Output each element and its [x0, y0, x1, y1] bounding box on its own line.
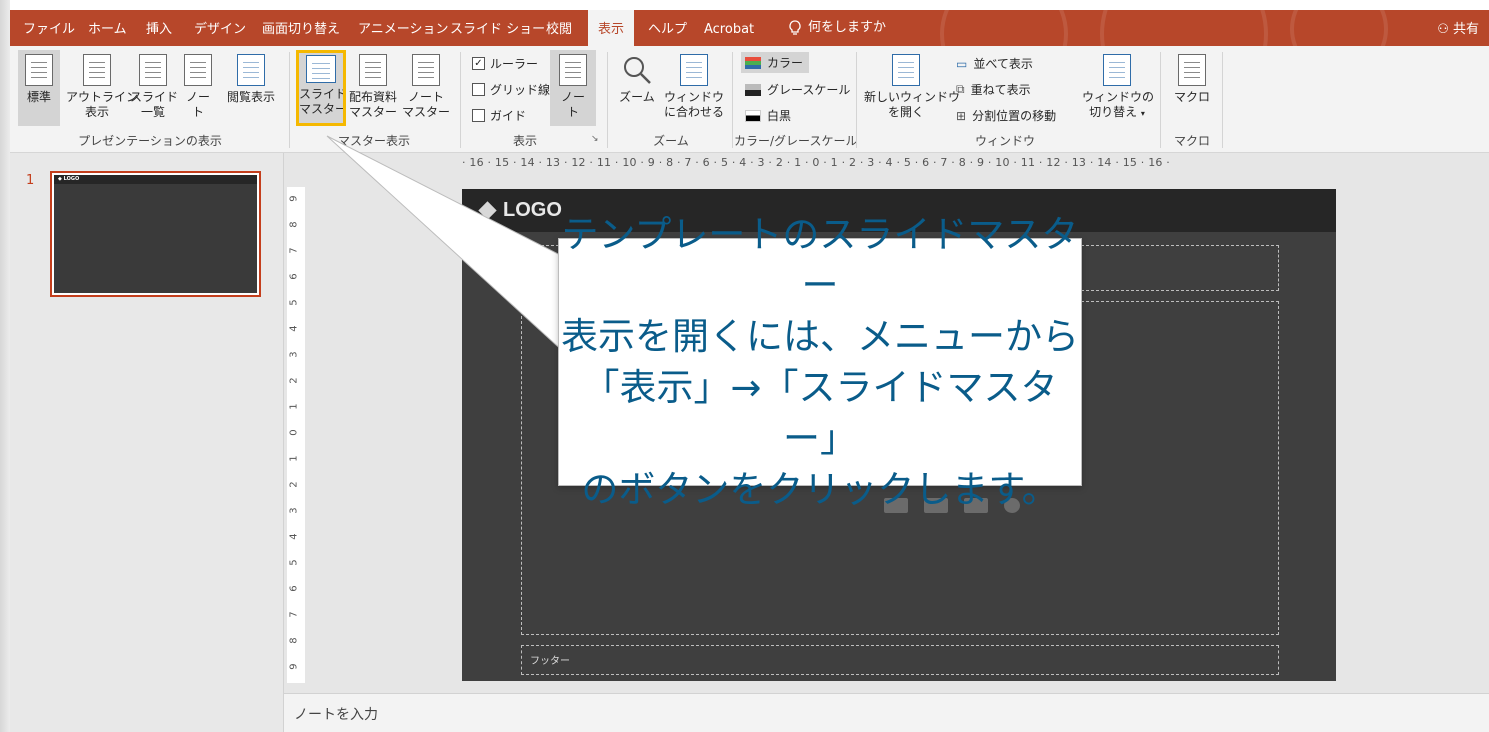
callout-line-2: 表示を開くには、メニューから [561, 315, 1079, 358]
callout-box: テンプレートのスライドマスター 表示を開くには、メニューから 「表示」→「スライ… [558, 213, 1082, 511]
callout-line-4: のボタンをクリックします。 [581, 468, 1059, 511]
powerpoint-window: ファイル ホーム 挿入 デザイン 画面切り替え アニメーション スライド ショー… [0, 0, 1489, 732]
callout-line-3: 「表示」→「スライドマスター」 [582, 366, 1058, 460]
callout-line-1: テンプレートのスライドマスター [561, 213, 1079, 307]
callout-text: テンプレートのスライドマスター 表示を開くには、メニューから 「表示」→「スライ… [559, 209, 1081, 515]
